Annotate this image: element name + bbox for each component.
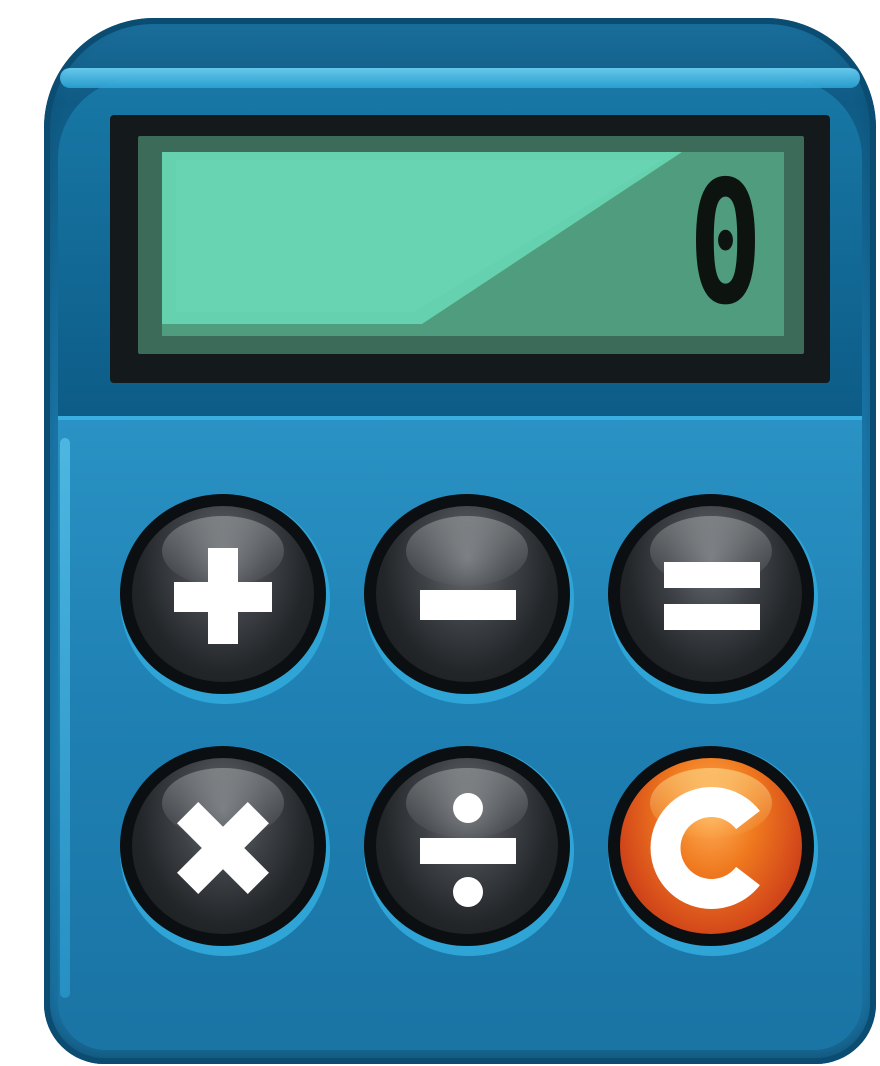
minus-button[interactable] — [364, 494, 574, 704]
divide-icon — [420, 793, 516, 907]
plus-icon — [174, 548, 272, 644]
display-value: 0 — [688, 152, 762, 336]
clear-c-icon — [650, 787, 760, 909]
clear-button[interactable] — [608, 746, 818, 956]
key-face — [376, 506, 558, 682]
display-screen: 0 — [162, 152, 784, 336]
key-face — [620, 758, 802, 934]
equals-button[interactable] — [608, 494, 818, 704]
key-face — [620, 506, 802, 682]
key-ring — [608, 746, 814, 946]
multiply-button[interactable] — [120, 746, 330, 956]
key-ring — [364, 494, 570, 694]
key-ring — [608, 494, 814, 694]
minus-icon — [420, 590, 516, 620]
edge-highlight — [60, 438, 70, 998]
divide-button[interactable] — [364, 746, 574, 956]
calculator-icon: 0 — [0, 0, 880, 1066]
key-ring — [120, 494, 326, 694]
key-ring — [120, 746, 326, 946]
plus-button[interactable] — [120, 494, 330, 704]
key-ring — [364, 746, 570, 946]
key-face — [132, 758, 314, 934]
equals-icon — [664, 562, 760, 630]
key-face — [132, 506, 314, 682]
key-face — [376, 758, 558, 934]
multiply-icon — [177, 802, 269, 894]
top-highlight — [60, 68, 860, 88]
